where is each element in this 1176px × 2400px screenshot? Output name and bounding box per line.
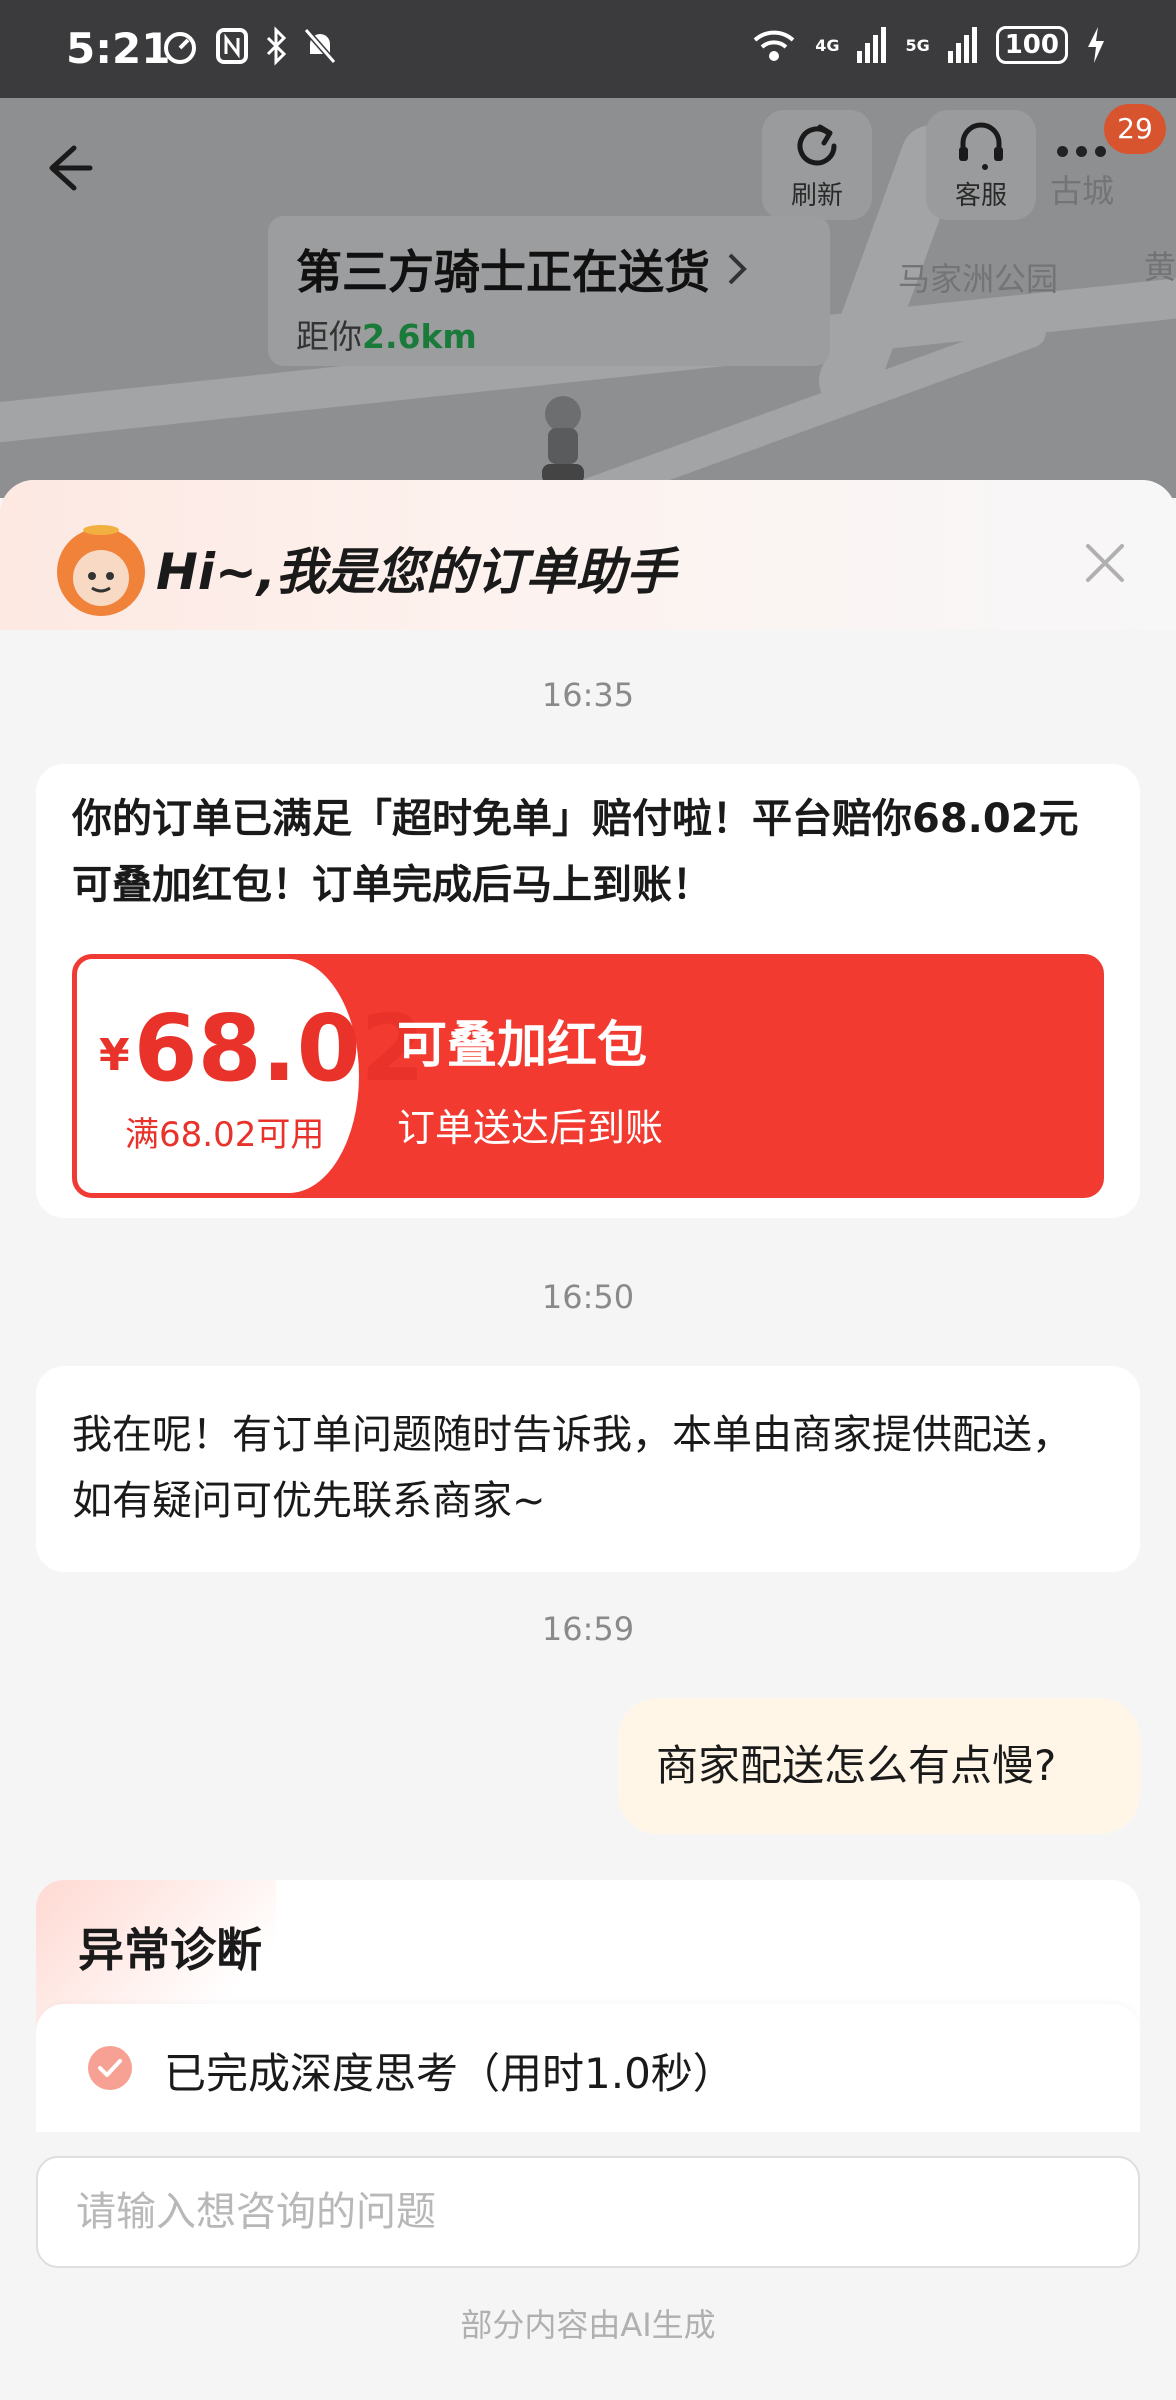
assistant-greeting: Hi~,我是您的订单助手 xyxy=(156,543,676,601)
refresh-label: 刷新 xyxy=(790,180,843,211)
map-place-label: 古城 xyxy=(1050,172,1115,210)
wifi-icon xyxy=(753,30,795,61)
assistant-message-card: 我在呢！有订单问题随时告诉我，本单由商家提供配送，如有疑问可优先联系商家~ xyxy=(36,1366,1140,1572)
assistant-message-text: 我在呢！有订单问题随时告诉我，本单由商家提供配送，如有疑问可优先联系商家~ xyxy=(72,1412,1072,1524)
speedometer-icon xyxy=(164,32,196,64)
diagnosis-status-row[interactable]: 已完成深度思考（用时1.0秒） xyxy=(36,2004,1140,2132)
message-timestamp: 16:59 xyxy=(541,1610,635,1648)
distance-value: 2.6km xyxy=(362,317,477,356)
charging-icon xyxy=(1088,27,1104,63)
user-message-bubble: 商家配送怎么有点慢? xyxy=(618,1698,1140,1834)
diagnosis-status-text: 已完成深度思考（用时1.0秒） xyxy=(164,2049,735,2098)
message-timestamp: 16:50 xyxy=(541,1278,635,1316)
refresh-icon xyxy=(797,124,837,165)
signal-bars-icon xyxy=(947,27,977,63)
signal-5g-label: 5G xyxy=(905,35,930,55)
back-arrow-icon[interactable] xyxy=(40,136,104,200)
rider-status-title: 第三方骑士正在送货 xyxy=(296,236,802,302)
rider-status-card[interactable]: 第三方骑士正在送货 距你2.6km xyxy=(268,216,830,366)
question-input[interactable]: 请输入想咨询的问题 xyxy=(36,2156,1140,2268)
coupon-condition: 满68.02可用 xyxy=(125,1115,325,1155)
status-time: 5:21 xyxy=(66,24,171,73)
order-assistant-sheet: Hi~,我是您的订单助手 16:35 你的订单已满足「超时免单」赔付啦！平台赔你… xyxy=(0,480,1176,2400)
check-icon xyxy=(88,2046,132,2090)
coupon-title: 可叠加红包 xyxy=(397,1016,647,1074)
mute-bell-icon xyxy=(303,28,337,64)
diagnosis-title: 异常诊断 xyxy=(78,1923,262,1977)
status-bar: 5:21 4G 5G 100 xyxy=(0,0,1176,98)
map-view[interactable]: 马家洲公园 古城 黄 刷新 客服 29 第三方骑士正在送货 距你2.6km xyxy=(0,98,1176,498)
assistant-avatar xyxy=(57,525,145,616)
signal-4g-label: 4G xyxy=(815,35,840,55)
compensation-message-card: 你的订单已满足「超时免单」赔付啦！平台赔你68.02元可叠加红包！订单完成后马上… xyxy=(36,764,1140,1218)
customer-service-button[interactable]: 客服 xyxy=(926,110,1036,220)
refresh-button[interactable]: 刷新 xyxy=(762,110,872,220)
message-timestamp: 16:35 xyxy=(541,676,635,714)
compensation-message-text: 你的订单已满足「超时免单」赔付啦！平台赔你68.02元可叠加红包！订单完成后马上… xyxy=(72,796,1079,908)
more-options-button[interactable] xyxy=(1057,146,1106,157)
coupon-subtitle: 订单送达后到账 xyxy=(397,1106,664,1150)
status-left-icons xyxy=(160,26,338,66)
diagnosis-card: 异常诊断 已完成深度思考（用时1.0秒） xyxy=(36,1880,1140,2132)
notification-badge: 29 xyxy=(1104,104,1166,154)
coupon-amount-value: 68.02 xyxy=(133,995,425,1102)
battery-level: 100 xyxy=(995,26,1068,64)
rider-status-text: 第三方骑士正在送货 xyxy=(296,245,710,299)
customer-service-label: 客服 xyxy=(954,180,1007,211)
bluetooth-icon xyxy=(266,26,287,66)
status-right-icons: 4G 5G 100 xyxy=(751,26,1106,64)
close-icon[interactable] xyxy=(1082,540,1128,586)
coupon-amount: ¥68.02 xyxy=(99,995,425,1102)
distance-prefix: 距你 xyxy=(296,317,362,356)
headset-icon xyxy=(959,122,1003,170)
map-place-label: 黄 xyxy=(1144,248,1176,286)
chevron-right-icon xyxy=(728,253,747,285)
map-place-label: 马家洲公园 xyxy=(898,260,1059,298)
nfc-icon xyxy=(216,28,248,64)
currency-symbol: ¥ xyxy=(99,1030,130,1081)
ai-generated-note: 部分内容由AI生成 xyxy=(460,2306,716,2344)
rider-distance: 距你2.6km xyxy=(296,310,802,358)
signal-bars-icon xyxy=(857,27,887,63)
red-packet-coupon[interactable]: ¥68.02 满68.02可用 可叠加红包 订单送达后到账 xyxy=(72,954,1104,1198)
